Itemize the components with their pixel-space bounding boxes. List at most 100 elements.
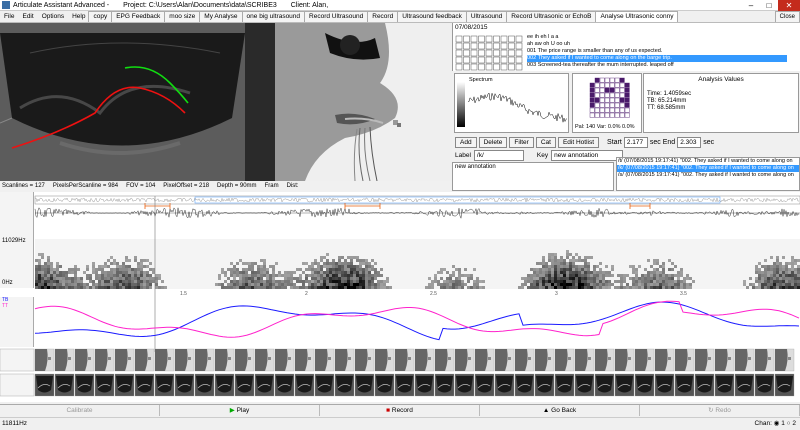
ultrasound-thumbnail[interactable] <box>754 373 775 397</box>
sentence-row[interactable]: 001 The price range is smaller than any … <box>527 48 787 55</box>
ultrasound-thumbnail[interactable] <box>394 373 415 397</box>
face-thumbnail[interactable] <box>474 348 495 372</box>
face-thumbnail[interactable] <box>554 348 575 372</box>
face-thumbnail[interactable] <box>374 348 395 372</box>
go-back-button[interactable]: ▲ Go Back <box>480 405 640 416</box>
ultrasound-thumbnail[interactable] <box>334 373 355 397</box>
ultrasound-thumbnail[interactable] <box>614 373 635 397</box>
ultrasound-thumbnail[interactable] <box>634 373 655 397</box>
face-thumbnail[interactable] <box>314 348 335 372</box>
ultrasound-thumbnail[interactable] <box>514 373 535 397</box>
ultrasound-thumbnail[interactable] <box>134 373 155 397</box>
face-thumbnail[interactable] <box>154 348 175 372</box>
ultrasound-thumbnail[interactable] <box>154 373 175 397</box>
ultrasound-thumbnail[interactable] <box>594 373 615 397</box>
add-button[interactable]: Add <box>455 136 477 148</box>
ultrasound-thumbnail[interactable] <box>734 373 755 397</box>
face-thumbnail[interactable] <box>394 348 415 372</box>
ultrasound-thumbnail[interactable] <box>274 373 295 397</box>
ultrasound-thumbnail[interactable] <box>254 373 275 397</box>
face-thumbnail[interactable] <box>114 348 135 372</box>
face-thumbnail[interactable] <box>494 348 515 372</box>
ultrasound-thumbnail[interactable] <box>654 373 675 397</box>
face-thumbnail[interactable] <box>334 348 355 372</box>
ultrasound-thumbnail[interactable] <box>694 373 715 397</box>
ultrasound-thumbnail[interactable] <box>554 373 575 397</box>
face-thumbnail[interactable] <box>294 348 315 372</box>
face-thumbnail[interactable] <box>94 348 115 372</box>
face-thumbnail[interactable] <box>234 348 255 372</box>
tab-analyse-ultrasonic[interactable]: Analyse Ultrasonic conny <box>595 11 679 22</box>
ultrasound-thumbnail[interactable] <box>414 373 435 397</box>
ultrasound-thumbnail[interactable] <box>194 373 215 397</box>
face-thumbnail[interactable] <box>174 348 195 372</box>
filter-button[interactable]: Filter <box>509 136 534 148</box>
face-thumbnail[interactable] <box>614 348 635 372</box>
ultrasound-thumbnail[interactable] <box>294 373 315 397</box>
face-thumbnail[interactable] <box>594 348 615 372</box>
face-thumbnail[interactable] <box>194 348 215 372</box>
tab-moo-size[interactable]: moo size <box>164 11 201 22</box>
tab-record-ultrasonic[interactable]: Record Ultrasonic or EchoB <box>506 11 597 22</box>
face-thumbnail[interactable] <box>634 348 655 372</box>
ultrasound-thumbnail[interactable] <box>574 373 595 397</box>
chan2-radio[interactable]: ○ 2 <box>787 420 796 427</box>
signal-tracks[interactable]: 11029Hz 0Hz TB TT 1.5 2 2.5 3 3.5 <box>0 192 800 402</box>
face-thumbnail[interactable] <box>694 348 715 372</box>
face-thumbnail[interactable] <box>674 348 695 372</box>
session-date-tab[interactable]: 07/08/2015 <box>452 23 491 32</box>
ultrasound-view[interactable] <box>0 23 245 181</box>
face-thumbnail[interactable] <box>34 348 55 372</box>
maximize-icon[interactable]: □ <box>760 0 778 11</box>
ultrasound-thumbnail[interactable] <box>534 373 555 397</box>
face-thumbnail[interactable] <box>54 348 75 372</box>
cat-button[interactable]: Cat <box>535 136 556 148</box>
face-thumbnail[interactable] <box>514 348 535 372</box>
face-thumbnail[interactable] <box>534 348 555 372</box>
chan1-radio[interactable]: ◉ 1 <box>774 420 785 427</box>
face-thumbnail[interactable] <box>574 348 595 372</box>
face-thumbnail[interactable] <box>74 348 95 372</box>
ultrasound-thumbnail[interactable] <box>234 373 255 397</box>
end-input[interactable]: 2.303 <box>677 136 702 148</box>
ultrasound-thumbnail[interactable] <box>474 373 495 397</box>
ultrasound-thumbnail[interactable] <box>714 373 735 397</box>
tab-epg-feedback[interactable]: EPG Feedback <box>111 11 166 22</box>
sentence-row[interactable]: 003 Screened-tea thereafter the mum inte… <box>527 62 787 69</box>
face-thumbnail[interactable] <box>434 348 455 372</box>
annotation-textarea[interactable]: new annotation <box>452 162 614 191</box>
hotlist-row[interactable]: /s/ (07/08/2015 19:17:41) "002. They ask… <box>617 172 799 179</box>
ultrasound-thumbnail[interactable] <box>314 373 335 397</box>
ultrasound-thumbnail[interactable] <box>454 373 475 397</box>
tab-copy[interactable]: copy <box>88 11 113 22</box>
ultrasound-thumbnail[interactable] <box>54 373 75 397</box>
face-thumbnail[interactable] <box>274 348 295 372</box>
tab-record[interactable]: Record <box>367 11 399 22</box>
face-thumbnail[interactable] <box>754 348 775 372</box>
sentence-row-selected[interactable]: 002 They asked if I wanted to come along… <box>527 55 787 62</box>
ultrasound-thumbnail[interactable] <box>74 373 95 397</box>
hotlist-row-selected[interactable]: /k/ (07/08/2015 19:17:41) "002. They ask… <box>617 165 799 172</box>
face-thumbnail[interactable] <box>354 348 375 372</box>
minimize-icon[interactable]: – <box>742 0 760 11</box>
edit-hotlist-button[interactable]: Edit Hotlist <box>557 136 600 148</box>
hotlist-panel[interactable]: /t/ (07/08/2015 19:17:41) "002. They ask… <box>616 157 800 191</box>
face-thumbnail[interactable] <box>214 348 235 372</box>
close-tab-button[interactable]: Close <box>774 11 800 22</box>
sentence-row[interactable]: ee ih eh l a a <box>527 34 787 41</box>
ultrasound-thumbnail[interactable] <box>374 373 395 397</box>
sentence-row[interactable]: ah aw oh U oo uh <box>527 41 787 48</box>
face-thumbnail[interactable] <box>254 348 275 372</box>
menu-edit[interactable]: Edit <box>18 13 37 20</box>
face-thumbnail[interactable] <box>654 348 675 372</box>
label-input[interactable]: /k/ <box>473 150 524 161</box>
ultrasound-thumbnail[interactable] <box>94 373 115 397</box>
face-thumbnail[interactable] <box>454 348 475 372</box>
sentence-list[interactable]: ee ih eh l a a ah aw oh U oo uh 001 The … <box>527 34 787 71</box>
face-video-view[interactable] <box>245 23 452 181</box>
hotlist-row[interactable]: /t/ (07/08/2015 19:17:41) "002. They ask… <box>617 158 799 165</box>
redo-button[interactable]: ↻ Redo <box>640 405 800 416</box>
face-thumbnail[interactable] <box>414 348 435 372</box>
face-thumbnail[interactable] <box>134 348 155 372</box>
ultrasound-thumbnail[interactable] <box>434 373 455 397</box>
